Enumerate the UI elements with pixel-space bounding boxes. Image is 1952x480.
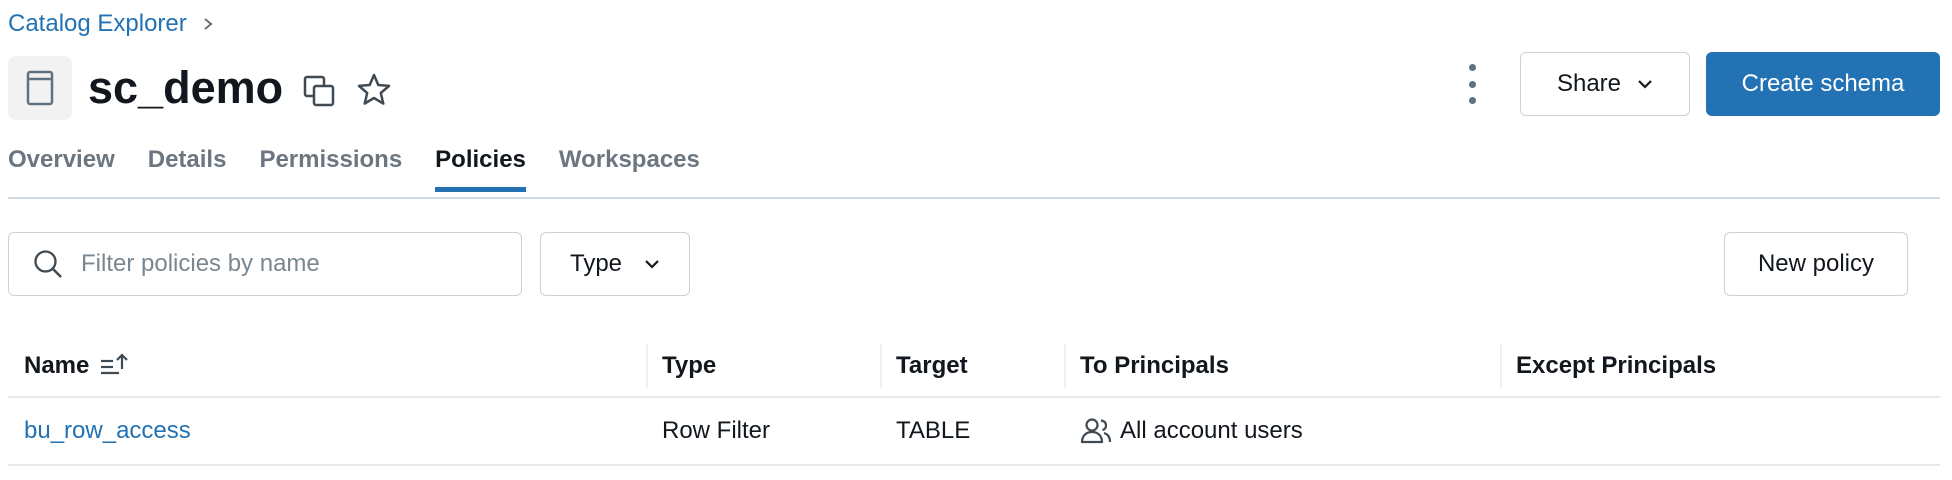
tabs-divider [8,197,1940,199]
search-field[interactable] [8,232,522,296]
column-header-to-principals[interactable]: To Principals [1064,336,1500,396]
chevron-down-icon [1638,80,1652,89]
policy-name-link[interactable]: bu_row_access [24,417,191,445]
sort-ascending-icon[interactable] [99,353,129,379]
cell-name: bu_row_access [8,398,646,464]
type-filter-label: Type [569,250,623,277]
share-button-label: Share [1556,70,1622,97]
column-header-except-principals[interactable]: Except Principals [1500,336,1940,396]
breadcrumb: Catalog Explorer [8,10,215,38]
kebab-menu-icon[interactable] [1460,64,1484,104]
share-button[interactable]: Share [1520,52,1690,116]
cell-target: TABLE [896,417,971,444]
chevron-down-icon [645,260,659,269]
policies-table: Name Type Target To Principals Except Pr… [8,336,1940,466]
page-title: sc_demo [88,62,284,113]
table-header-row: Name Type Target To Principals Except Pr… [8,336,1940,398]
tab-bar: Overview Details Permissions Policies Wo… [8,146,733,192]
tab-permissions[interactable]: Permissions [259,146,402,188]
column-header-name[interactable]: Name [8,336,646,396]
tab-details[interactable]: Details [148,146,227,188]
search-input[interactable] [79,249,483,279]
column-header-type[interactable]: Type [646,336,880,396]
chevron-right-icon [204,18,213,30]
star-icon[interactable] [356,72,392,108]
cell-type: Row Filter [662,417,771,444]
breadcrumb-catalog-explorer-link[interactable]: Catalog Explorer [8,10,187,38]
type-filter-dropdown[interactable]: Type [540,232,690,296]
schema-icon [26,70,54,106]
copy-icon[interactable] [302,74,336,108]
cell-to-principals: All account users [1064,398,1500,464]
users-icon [1080,418,1112,444]
new-policy-button[interactable]: New policy [1724,232,1908,296]
to-principals-text: All account users [1120,417,1303,444]
tab-overview[interactable]: Overview [8,146,115,188]
search-icon [34,250,62,278]
cell-except-principals [1500,398,1940,464]
tab-policies[interactable]: Policies [435,146,526,192]
create-schema-button[interactable]: Create schema [1706,52,1940,116]
column-header-target[interactable]: Target [880,336,1064,396]
table-row: bu_row_access Row Filter TABLE All accou… [8,398,1940,466]
schema-icon-container [8,56,72,120]
tab-workspaces[interactable]: Workspaces [559,146,700,188]
column-header-name-label: Name [24,352,90,379]
